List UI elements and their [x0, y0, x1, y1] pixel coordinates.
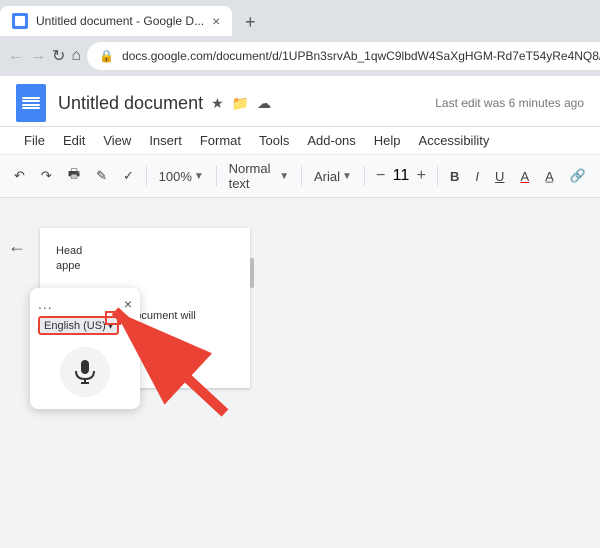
- menu-edit[interactable]: Edit: [55, 129, 93, 152]
- last-edit-text: Last edit was 6 minutes ago: [435, 96, 584, 110]
- address-bar-row: ← → ↻ ⌂ 🔒 docs.google.com/document/d/1UP…: [0, 36, 600, 76]
- docs-title[interactable]: Untitled document: [58, 93, 203, 114]
- new-tab-button[interactable]: +: [236, 8, 264, 36]
- menu-view[interactable]: View: [95, 129, 139, 152]
- spelling-button[interactable]: ✓: [117, 166, 140, 186]
- tab-bar: Untitled document - Google D... × +: [0, 0, 600, 36]
- docs-logo: [16, 84, 46, 122]
- redo-button[interactable]: ↷: [35, 166, 58, 186]
- toolbar-divider-2: [216, 166, 217, 186]
- menu-accessibility[interactable]: Accessibility: [411, 129, 498, 152]
- font-size-control: − 11 +: [371, 166, 432, 186]
- paint-format-button[interactable]: ✎: [90, 166, 113, 186]
- tab-close-btn[interactable]: ×: [212, 13, 220, 29]
- cloud-icon[interactable]: ☁: [257, 95, 271, 112]
- doc-line-1: Head: [56, 245, 82, 257]
- folder-icon[interactable]: 📁: [232, 95, 249, 112]
- toolbar: ↶ ↷ 🖶 ✎ ✓ 100% ▼ Normal text ▼ Arial ▼ −…: [0, 155, 600, 198]
- font-size-increase-button[interactable]: +: [411, 166, 431, 186]
- zoom-select[interactable]: 100% ▼: [153, 167, 210, 186]
- link-button[interactable]: 🔗: [564, 166, 592, 186]
- menu-tools[interactable]: Tools: [251, 129, 297, 152]
- voice-popup-header: ... ×: [38, 296, 132, 312]
- back-button[interactable]: ←: [8, 42, 24, 70]
- menu-format[interactable]: Format: [192, 129, 249, 152]
- voice-language-label: English (US): [44, 320, 106, 332]
- star-icon[interactable]: ★: [211, 95, 224, 112]
- mic-svg-icon: [71, 358, 99, 386]
- doc-line-2: appe: [56, 260, 80, 272]
- docs-title-area: Untitled document ★ 📁 ☁: [58, 93, 423, 114]
- italic-button[interactable]: I: [469, 167, 485, 186]
- underline-button[interactable]: U: [489, 167, 510, 186]
- doc-text: Head appe: [56, 244, 234, 275]
- doc-content-area: ← Head appe ... × English (US) ▾: [0, 228, 600, 548]
- font-select[interactable]: Arial ▼: [308, 167, 358, 186]
- forward-button[interactable]: →: [30, 42, 46, 70]
- bold-button[interactable]: B: [444, 167, 465, 186]
- menu-help[interactable]: Help: [366, 129, 409, 152]
- address-text: docs.google.com/document/d/1UPBn3srvAb_1…: [122, 49, 600, 63]
- menu-addons[interactable]: Add-ons: [299, 129, 363, 152]
- scroll-indicator: [250, 258, 254, 288]
- voice-popup-close-button[interactable]: ×: [124, 296, 132, 312]
- toolbar-divider-3: [301, 166, 302, 186]
- red-highlight-box: [105, 311, 121, 325]
- style-select[interactable]: Normal text ▼: [223, 159, 296, 193]
- toolbar-divider-5: [437, 166, 438, 186]
- menu-bar: File Edit View Insert Format Tools Add-o…: [0, 127, 600, 155]
- active-tab[interactable]: Untitled document - Google D... ×: [0, 6, 232, 36]
- style-dropdown-arrow: ▼: [279, 171, 289, 182]
- voice-mic-button[interactable]: [60, 347, 110, 397]
- reload-button[interactable]: ↻: [52, 42, 65, 70]
- undo-button[interactable]: ↶: [8, 166, 31, 186]
- doc-back-button[interactable]: ←: [8, 236, 26, 257]
- voice-mic-area: [38, 343, 132, 401]
- toolbar-divider-4: [364, 166, 365, 186]
- address-bar[interactable]: 🔒 docs.google.com/document/d/1UPBn3srvAb…: [87, 42, 600, 70]
- browser-chrome: Untitled document - Google D... × + ← → …: [0, 0, 600, 76]
- font-dropdown-arrow: ▼: [342, 171, 352, 182]
- zoom-dropdown-arrow: ▼: [194, 171, 204, 182]
- toolbar-divider-1: [146, 166, 147, 186]
- menu-file[interactable]: File: [16, 129, 53, 152]
- voice-typing-popup: ... × English (US) ▾: [30, 288, 140, 409]
- voice-popup-dots[interactable]: ...: [38, 296, 53, 312]
- font-size-value[interactable]: 11: [393, 167, 410, 185]
- tab-favicon: [12, 13, 28, 29]
- home-button[interactable]: ⌂: [71, 42, 81, 70]
- highlight-button[interactable]: A̲: [539, 167, 560, 186]
- lock-icon: 🔒: [99, 49, 114, 63]
- docs-header: Untitled document ★ 📁 ☁ Last edit was 6 …: [0, 76, 600, 127]
- tab-title: Untitled document - Google D...: [36, 14, 204, 28]
- font-size-decrease-button[interactable]: −: [371, 166, 391, 186]
- text-color-button[interactable]: A: [514, 167, 535, 186]
- menu-insert[interactable]: Insert: [141, 129, 190, 152]
- print-button[interactable]: 🖶: [62, 163, 86, 189]
